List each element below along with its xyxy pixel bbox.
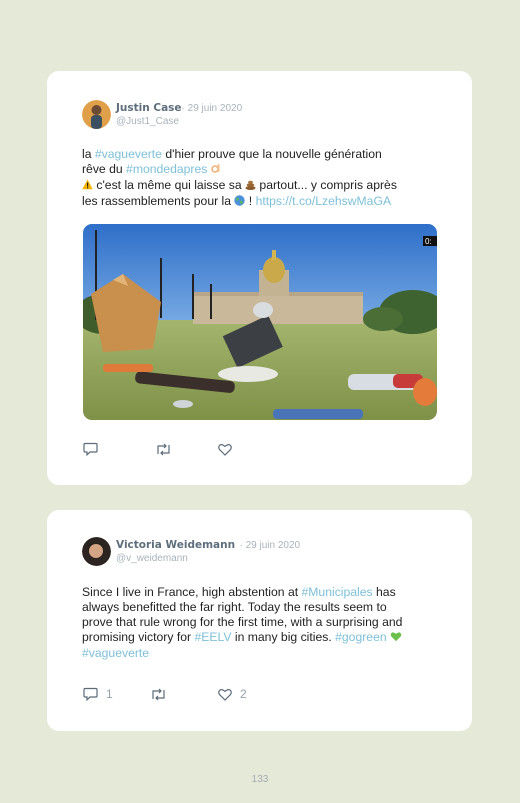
reply-icon xyxy=(83,687,98,701)
tweet-card: Justin Case· 29 juin 2020 @Just1_Case la… xyxy=(47,71,472,485)
earth-emoji xyxy=(234,195,246,210)
like-button[interactable] xyxy=(218,443,240,456)
poop-emoji xyxy=(245,179,256,194)
tweet-header: Justin Case· 29 juin 2020 @Just1_Case xyxy=(82,100,242,129)
tweet-header: Victoria Weidemann · 29 juin 2020 @v_wei… xyxy=(82,537,300,566)
tweet-card: Victoria Weidemann · 29 juin 2020 @v_wei… xyxy=(47,510,472,731)
tweet-text: la #vagueverte d'hier prouve que la nouv… xyxy=(82,147,397,210)
retweet-icon xyxy=(157,443,170,455)
tweet-date: · 29 juin 2020 xyxy=(181,103,243,114)
retweet-icon xyxy=(152,688,165,700)
green-heart-emoji xyxy=(390,631,402,646)
tweet-image[interactable]: 0: xyxy=(83,224,437,420)
hashtag[interactable]: #gogreen xyxy=(335,630,387,644)
hashtag[interactable]: #EELV xyxy=(194,630,231,644)
media-duration-badge: 0: xyxy=(425,237,432,246)
hashtag[interactable]: #Municipales xyxy=(302,585,373,599)
reply-count: 1 xyxy=(106,687,113,701)
avatar[interactable] xyxy=(82,100,111,129)
author-handle[interactable]: @Just1_Case xyxy=(116,115,242,128)
retweet-button[interactable] xyxy=(155,443,218,456)
like-count: 2 xyxy=(240,687,247,701)
page-number: 133 xyxy=(251,774,269,785)
tweet-date: · 29 juin 2020 xyxy=(239,540,301,551)
author-name[interactable]: Victoria Weidemann xyxy=(116,539,235,551)
tweet-link[interactable]: https://t.co/LzehswMaGA xyxy=(256,194,391,208)
reply-button[interactable]: 1 xyxy=(83,687,150,701)
hashtag[interactable]: #mondedapres xyxy=(126,162,207,176)
tweet-text: Since I live in France, high abstention … xyxy=(82,585,403,660)
hashtag[interactable]: #vagueverte xyxy=(82,646,149,660)
retweet-button[interactable] xyxy=(150,688,218,701)
author-name[interactable]: Justin Case xyxy=(116,102,182,114)
ok-hand-emoji xyxy=(210,163,222,178)
like-button[interactable]: 2 xyxy=(218,687,247,701)
reply-icon xyxy=(83,442,98,456)
avatar[interactable] xyxy=(82,537,111,566)
heart-icon xyxy=(218,443,232,456)
author-handle[interactable]: @v_weidemann xyxy=(116,552,300,565)
heart-icon xyxy=(218,688,232,701)
tweet-actions: 1 2 xyxy=(83,687,247,701)
reply-button[interactable] xyxy=(83,442,155,456)
warning-emoji xyxy=(82,179,93,194)
tweet-actions xyxy=(83,442,240,456)
hashtag[interactable]: #vagueverte xyxy=(95,147,162,161)
